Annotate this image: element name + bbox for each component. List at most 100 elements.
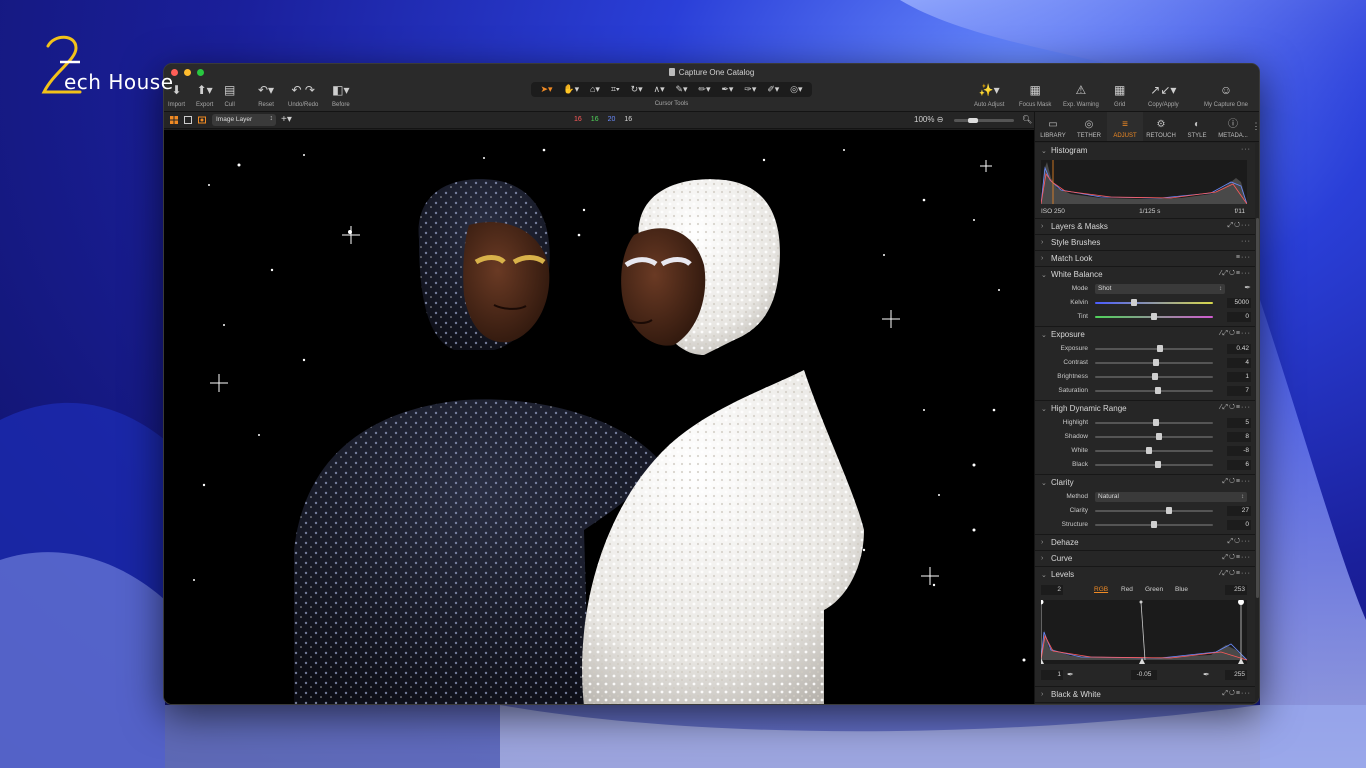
more-icon[interactable]: ··· bbox=[1241, 146, 1251, 153]
match-look-header[interactable]: › Match Look ≡··· bbox=[1035, 251, 1255, 266]
crop-icon[interactable]: ⌗▾ bbox=[611, 84, 620, 95]
brightness-value[interactable]: 1 bbox=[1227, 372, 1251, 382]
cull-button[interactable]: ▤ Cull bbox=[224, 82, 235, 108]
section-controls-icon[interactable]: ⤢↺≡··· bbox=[1222, 554, 1251, 562]
white-value[interactable]: -8 bbox=[1227, 446, 1251, 456]
reset-button[interactable]: ↶▾ Reset bbox=[258, 82, 274, 108]
annotate-icon[interactable]: ◎▾ bbox=[790, 84, 802, 95]
select-cursor-icon[interactable]: ➤▾ bbox=[540, 84, 552, 95]
undo-redo-button[interactable]: ↶ ↷ Undo/Redo bbox=[288, 82, 318, 108]
levels-input-low[interactable]: 2 bbox=[1041, 585, 1063, 595]
histogram-header[interactable]: ⌄ Histogram ··· bbox=[1035, 143, 1255, 158]
single-view-icon[interactable] bbox=[184, 116, 192, 124]
channel-green[interactable]: Green bbox=[1145, 586, 1163, 593]
section-controls-icon[interactable]: ⤢↺··· bbox=[1228, 222, 1252, 230]
tab-retouch[interactable]: ⚙ RETOUCH bbox=[1143, 112, 1179, 141]
channel-rgb[interactable]: RGB bbox=[1094, 586, 1108, 593]
section-controls-icon[interactable]: ⁄⤢↺≡··· bbox=[1220, 570, 1251, 578]
copy-apply-button[interactable]: ↗↙▾ Copy/Apply bbox=[1148, 82, 1179, 108]
heal-icon[interactable]: ✑▾ bbox=[744, 84, 756, 95]
wb-mode-select[interactable]: Shot bbox=[1095, 284, 1225, 294]
eyedropper-white-icon[interactable]: ✒ bbox=[1203, 670, 1210, 679]
curve-header[interactable]: › Curve ⤢↺≡··· bbox=[1035, 551, 1255, 566]
tab-library[interactable]: ▭ LIBRARY bbox=[1035, 112, 1071, 141]
levels-output-low[interactable]: 1 bbox=[1041, 670, 1063, 680]
tab-metadata[interactable]: ⓘ METADA... bbox=[1215, 112, 1251, 141]
hdr-header[interactable]: ⌄ High Dynamic Range ⁄⤢↺≡··· bbox=[1035, 401, 1255, 416]
tint-thumb[interactable] bbox=[1151, 313, 1157, 320]
brush-icon[interactable]: ✎▾ bbox=[675, 84, 687, 95]
zoom-slider[interactable] bbox=[954, 118, 1014, 123]
add-layer-icon[interactable]: +▾ bbox=[281, 114, 292, 125]
white-balance-header[interactable]: ⌄ White Balance ⁄⤢↺≡··· bbox=[1035, 267, 1255, 282]
section-controls-icon[interactable]: ≡··· bbox=[1236, 254, 1251, 261]
export-button[interactable]: ⬆▾ Export bbox=[196, 82, 213, 108]
my-capture-one-button[interactable]: ☺ My Capture One bbox=[1204, 82, 1248, 108]
contrast-thumb[interactable] bbox=[1153, 359, 1160, 366]
style-brushes-header[interactable]: › Style Brushes ··· bbox=[1035, 235, 1255, 250]
shadow-slider[interactable] bbox=[1095, 436, 1213, 438]
black-white-header[interactable]: › Black & White ⤢↺≡··· bbox=[1035, 687, 1255, 702]
clarity-header[interactable]: ⌄ Clarity ⤢↺≡··· bbox=[1035, 475, 1255, 490]
white-slider[interactable] bbox=[1095, 450, 1213, 452]
before-button[interactable]: ◧▾ Before bbox=[332, 82, 350, 108]
exposure-value[interactable]: 0.42 bbox=[1227, 344, 1251, 354]
keystone-icon[interactable]: ∧▾ bbox=[654, 84, 665, 95]
highlight-thumb[interactable] bbox=[1153, 419, 1160, 426]
section-controls-icon[interactable]: ⁄⤢↺≡··· bbox=[1220, 404, 1251, 412]
auto-adjust-button[interactable]: ✨▾ Auto Adjust bbox=[974, 82, 1004, 108]
clarity-thumb[interactable] bbox=[1166, 507, 1173, 514]
section-controls-icon[interactable]: ⁄⤢↺≡··· bbox=[1220, 330, 1251, 338]
kelvin-value[interactable]: 5000 bbox=[1227, 298, 1251, 308]
shadow-thumb[interactable] bbox=[1155, 433, 1162, 440]
white-thumb[interactable] bbox=[1146, 447, 1153, 454]
section-controls-icon[interactable]: ⤢↺≡··· bbox=[1222, 690, 1251, 698]
tab-style[interactable]: ◐ STYLE bbox=[1179, 112, 1215, 141]
levels-histogram[interactable] bbox=[1041, 600, 1247, 664]
multi-view-icon[interactable] bbox=[198, 116, 206, 124]
kelvin-thumb[interactable] bbox=[1130, 299, 1137, 306]
section-controls-icon[interactable]: ⤢↺··· bbox=[1228, 538, 1252, 546]
saturation-value[interactable]: 7 bbox=[1227, 386, 1251, 396]
exp-warning-button[interactable]: ⚠ Exp. Warning bbox=[1063, 82, 1099, 108]
black-thumb[interactable] bbox=[1154, 461, 1161, 468]
search-icon[interactable]: 🔍︎ bbox=[1022, 115, 1032, 124]
levels-midpoint[interactable]: -0.05 bbox=[1131, 670, 1157, 680]
exposure-header[interactable]: ⌄ Exposure ⁄⤢↺≡··· bbox=[1035, 327, 1255, 342]
exposure-slider[interactable] bbox=[1095, 348, 1213, 350]
tint-value[interactable]: 0 bbox=[1227, 312, 1251, 322]
tab-tether[interactable]: ◎ TETHER bbox=[1071, 112, 1107, 141]
exposure-thumb[interactable] bbox=[1156, 345, 1163, 352]
grid-view-icon[interactable] bbox=[170, 116, 178, 124]
eyedropper-icon[interactable]: ✒ bbox=[1244, 283, 1251, 292]
layer-select[interactable]: Image Layer bbox=[212, 114, 276, 126]
loupe-icon[interactable]: ⌂▾ bbox=[590, 84, 600, 95]
rotate-icon[interactable]: ↻▾ bbox=[631, 84, 643, 95]
pan-icon[interactable]: ✋▾ bbox=[563, 84, 579, 95]
tool-panel-scrollbar[interactable] bbox=[1256, 218, 1259, 598]
shadow-value[interactable]: 8 bbox=[1227, 432, 1251, 442]
levels-output-high[interactable]: 255 bbox=[1225, 670, 1247, 680]
levels-header[interactable]: ⌄ Levels ⁄⤢↺≡··· bbox=[1035, 567, 1255, 582]
clarity-value[interactable]: 27 bbox=[1227, 506, 1251, 516]
highlight-value[interactable]: 5 bbox=[1227, 418, 1251, 428]
zoom-out-icon[interactable]: ⊖ bbox=[937, 115, 944, 124]
structure-thumb[interactable] bbox=[1151, 521, 1157, 528]
focus-mask-button[interactable]: ▦ Focus Mask bbox=[1019, 82, 1051, 108]
black-value[interactable]: 6 bbox=[1227, 460, 1251, 470]
brightness-thumb[interactable] bbox=[1152, 373, 1159, 380]
saturation-thumb[interactable] bbox=[1154, 387, 1161, 394]
levels-input-high[interactable]: 253 bbox=[1225, 585, 1247, 595]
clarity-slider[interactable] bbox=[1095, 510, 1213, 512]
image-viewer[interactable] bbox=[164, 130, 1034, 704]
more-icon[interactable]: ··· bbox=[1241, 238, 1251, 245]
contrast-value[interactable]: 4 bbox=[1227, 358, 1251, 368]
clarity-method-select[interactable]: Natural bbox=[1095, 492, 1247, 502]
tab-adjust[interactable]: ≡ ADJUST bbox=[1107, 112, 1143, 141]
section-controls-icon[interactable]: ⤢↺≡··· bbox=[1222, 478, 1251, 486]
pen-icon[interactable]: ✒▾ bbox=[721, 84, 733, 95]
erase-icon[interactable]: ✏▾ bbox=[698, 84, 710, 95]
section-controls-icon[interactable]: ⁄⤢↺≡··· bbox=[1220, 270, 1251, 278]
kelvin-slider[interactable] bbox=[1095, 302, 1213, 304]
eyedropper-black-icon[interactable]: ✒ bbox=[1067, 670, 1074, 679]
